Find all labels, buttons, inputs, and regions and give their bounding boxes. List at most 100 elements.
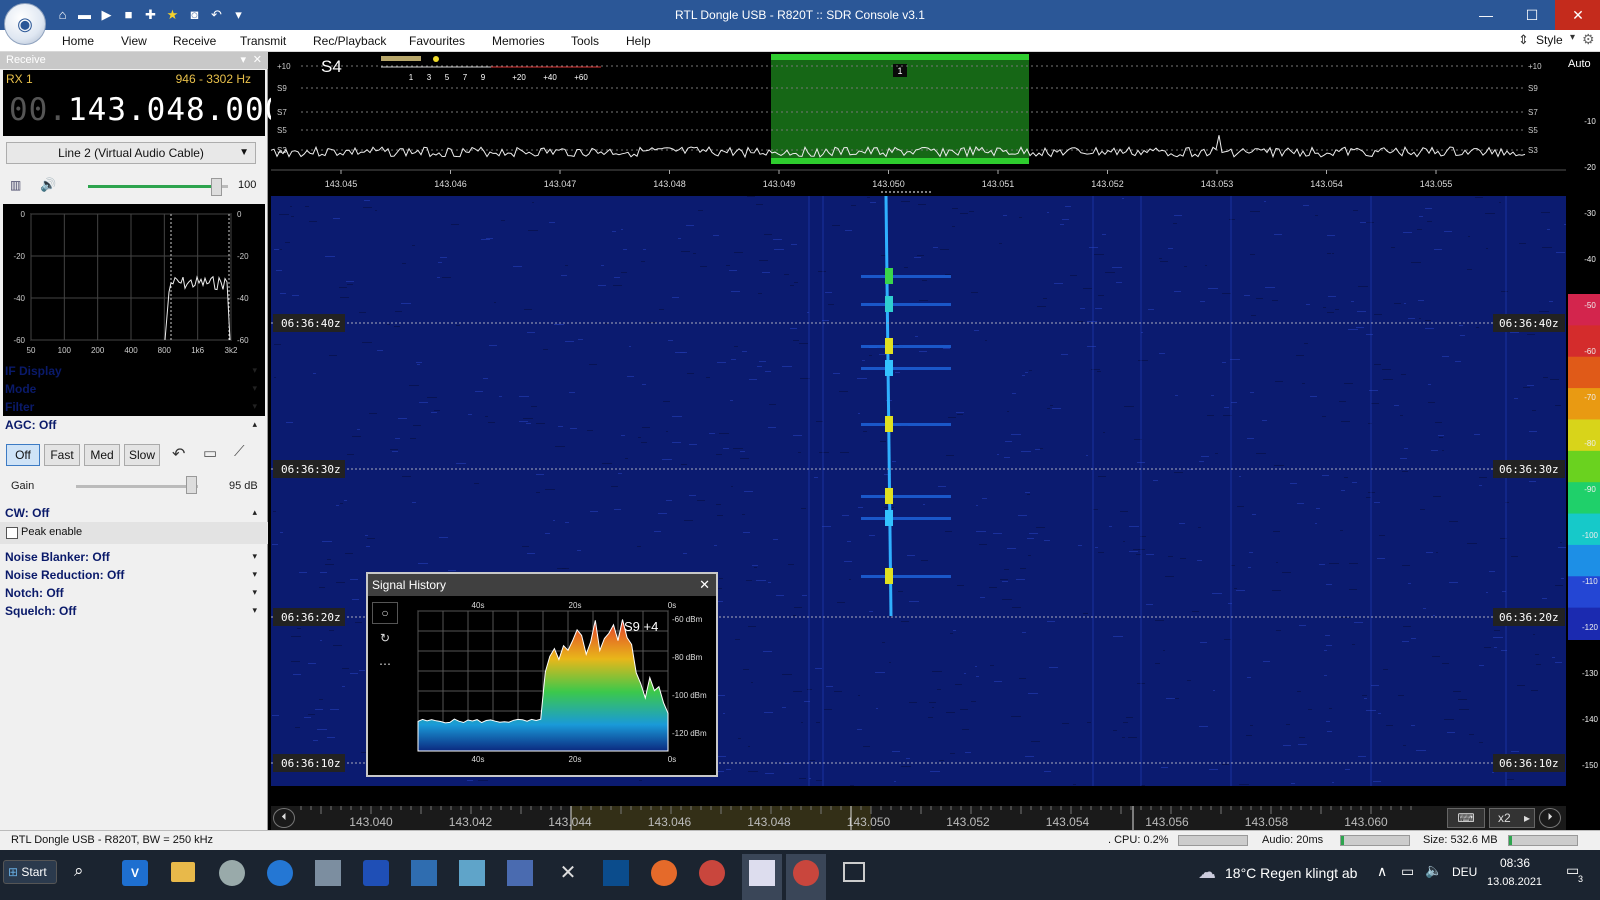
speaker-icon[interactable]: 🔊 xyxy=(40,177,56,193)
chevron-up-icon[interactable]: ▴ xyxy=(252,507,257,518)
window-icon[interactable]: ▭ xyxy=(203,444,217,462)
network-status-icon[interactable]: ▭ xyxy=(1401,863,1414,880)
section-mode[interactable]: Mode xyxy=(5,382,36,396)
chevron-down-icon[interactable]: ▾ xyxy=(252,605,257,616)
waterfall-noise xyxy=(1249,321,1252,322)
section-squelch[interactable]: Squelch: Off xyxy=(5,604,76,618)
chevron-up-icon[interactable]: ▴ xyxy=(252,419,257,430)
language-indicator[interactable]: DEU xyxy=(1452,865,1477,879)
chevron-down-icon[interactable]: ▾ xyxy=(252,551,257,562)
notification-count: 3 xyxy=(1578,874,1584,884)
waterfall-noise xyxy=(1021,451,1031,452)
close-button[interactable]: ✕ xyxy=(1555,0,1600,30)
keyboard-icon[interactable]: ⌨ xyxy=(1447,808,1485,828)
agc-fast-button[interactable]: Fast xyxy=(44,444,80,466)
app-menu-orb[interactable]: ◉ xyxy=(4,3,46,45)
chevron-down-icon[interactable]: ▾ xyxy=(1570,32,1575,43)
waterfall-noise xyxy=(317,729,327,730)
search-icon[interactable]: ⌕ xyxy=(74,861,84,881)
butterfly-icon[interactable]: ✕ xyxy=(555,860,581,886)
back-arrow-icon[interactable]: ↶ xyxy=(172,444,185,464)
peak-enable-checkbox[interactable] xyxy=(6,527,18,539)
taskbar-active-app[interactable] xyxy=(742,854,782,900)
style-menu[interactable]: Style xyxy=(1536,33,1563,47)
close-icon[interactable]: ✕ xyxy=(253,52,262,69)
taskbar-sdr-console[interactable] xyxy=(786,854,826,900)
frequency-navigation-bar[interactable]: 143.040 143.042 143.044 143.046 143.048 143.0… xyxy=(271,806,1566,830)
agc-off-button[interactable]: Off xyxy=(6,444,40,466)
graph-icon[interactable]: ⟋ xyxy=(234,443,245,460)
gain-thumb[interactable] xyxy=(185,476,197,494)
agc-med-button[interactable]: Med xyxy=(84,444,120,466)
waterfall-noise xyxy=(1400,415,1403,416)
section-notch[interactable]: Notch: Off xyxy=(5,586,64,600)
agc-slow-button[interactable]: Slow xyxy=(124,444,160,466)
teamviewer-icon[interactable] xyxy=(267,860,293,886)
menu-favourites[interactable]: Favourites xyxy=(409,34,465,48)
frequency-digits[interactable]: 00.143.048.000 xyxy=(9,92,284,128)
gear-icon[interactable]: ⚙ xyxy=(1582,31,1595,48)
volume-icon[interactable]: 🔈 xyxy=(1425,862,1442,879)
menu-receive[interactable]: Receive xyxy=(173,34,216,48)
network-icon[interactable] xyxy=(315,860,341,886)
map-icon[interactable] xyxy=(603,860,629,886)
volume-slider[interactable] xyxy=(88,185,228,188)
auto-button[interactable]: Auto xyxy=(1568,58,1591,70)
menu-help[interactable]: Help xyxy=(626,34,651,48)
maximize-button[interactable]: ☐ xyxy=(1509,0,1555,30)
section-filter[interactable]: Filter xyxy=(5,400,34,414)
clock-time[interactable]: 08:36 xyxy=(1500,856,1530,870)
chevron-down-icon[interactable]: ▾ xyxy=(252,401,257,412)
signal-history-titlebar[interactable]: Signal History ✕ xyxy=(368,574,716,596)
volume-thumb[interactable] xyxy=(210,178,222,196)
menu-tools[interactable]: Tools xyxy=(571,34,599,48)
chevron-down-icon[interactable]: ▾ xyxy=(252,569,257,580)
section-if-display[interactable]: IF Display xyxy=(5,364,62,378)
waterfall-noise xyxy=(976,531,986,532)
gain-slider[interactable] xyxy=(76,485,198,488)
section-agc[interactable]: AGC: Off xyxy=(5,418,56,432)
waterfall-noise xyxy=(723,713,725,714)
signal-history-window[interactable]: Signal History ✕ ○ ↻ ⋯ 40s 20s 0s 40s 20s 0s -… xyxy=(366,572,718,777)
clock-date[interactable]: 13.08.2021 xyxy=(1487,876,1542,888)
menu-transmit[interactable]: Transmit xyxy=(240,34,286,48)
chevron-down-icon[interactable]: ▾ xyxy=(240,52,246,69)
colour-scale-band xyxy=(1568,513,1600,546)
firefox-icon[interactable] xyxy=(651,860,677,886)
menu-view[interactable]: View xyxy=(121,34,147,48)
chevron-down-icon[interactable]: ▾ xyxy=(252,587,257,598)
spectrum-display[interactable]: 1 +10 +10 S9 S9 S7 S7 S5 S5 S3 S3 1 3 5 7 9 +20 +40 +60 143… xyxy=(270,52,1566,194)
waterfall-noise xyxy=(1449,582,1458,583)
waterfall-noise xyxy=(769,404,776,405)
forward-icon[interactable]: ⏵ xyxy=(1539,808,1561,828)
waterfall-noise xyxy=(863,746,870,747)
zoom-button[interactable]: x2 ▸ xyxy=(1489,808,1535,828)
menu-rec-playback[interactable]: Rec/Playback xyxy=(313,34,386,48)
task-view-icon[interactable] xyxy=(843,862,865,882)
vs-code-icon[interactable]: V xyxy=(122,860,148,886)
satellite-icon[interactable] xyxy=(219,860,245,886)
rewind-icon[interactable]: ⏴ xyxy=(273,808,295,828)
audio-device-select[interactable]: Line 2 (Virtual Audio Cable) ▼ xyxy=(6,142,256,164)
menu-home[interactable]: Home xyxy=(62,34,94,48)
chevron-down-icon[interactable]: ▾ xyxy=(252,365,257,376)
folder-icon[interactable] xyxy=(171,862,195,882)
sdr-icon[interactable] xyxy=(699,860,725,886)
frequency-display[interactable]: RX 1 946 - 3302 Hz 00.143.048.000 xyxy=(3,70,283,136)
app-link-icon[interactable] xyxy=(363,860,389,886)
menu-memories[interactable]: Memories xyxy=(492,34,545,48)
close-icon[interactable]: ✕ xyxy=(699,574,710,596)
equalizer-icon[interactable]: ▥ xyxy=(10,178,21,192)
minimize-button[interactable]: — xyxy=(1463,0,1509,30)
section-noise-reduction[interactable]: Noise Reduction: Off xyxy=(5,568,124,582)
section-cw[interactable]: CW: Off xyxy=(5,506,49,520)
section-noise-blanker[interactable]: Noise Blanker: Off xyxy=(5,550,110,564)
chevron-up-icon[interactable]: ∧ xyxy=(1377,863,1387,880)
sstv-tool-icon[interactable] xyxy=(411,860,437,886)
start-button[interactable]: ⊞ Start xyxy=(3,860,57,884)
waterfall-noise xyxy=(1411,262,1421,263)
sstv-icon[interactable] xyxy=(507,860,533,886)
radio-tool-icon[interactable] xyxy=(459,860,485,886)
weather-text[interactable]: 18°C Regen klingt ab xyxy=(1225,865,1357,881)
chevron-down-icon[interactable]: ▾ xyxy=(252,383,257,394)
